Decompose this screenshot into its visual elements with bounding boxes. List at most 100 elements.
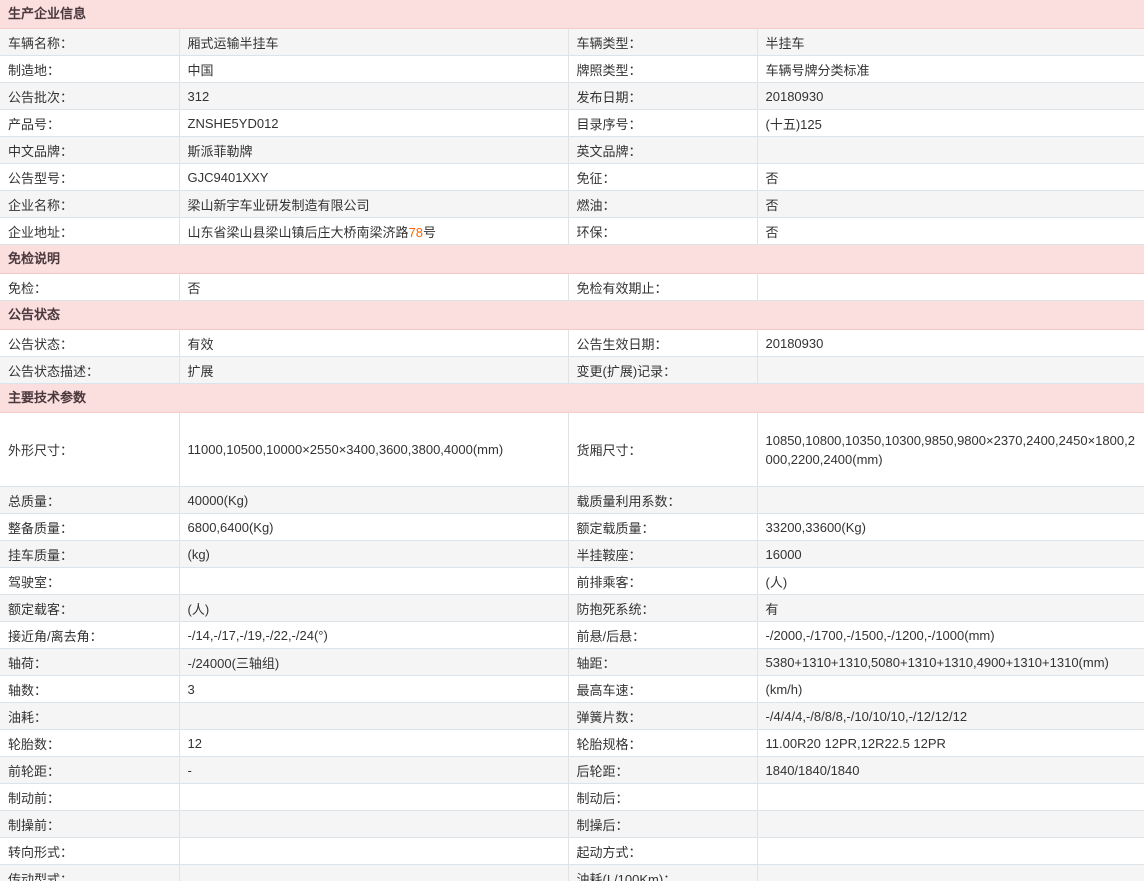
field-value xyxy=(757,865,1144,881)
table-row: 公告型号：GJC9401XXY免征：否 xyxy=(0,164,1144,191)
table-row: 产品号：ZNSHE5YD012目录序号：(十五)125 xyxy=(0,110,1144,137)
table-row: 公告批次：312发布日期：20180930 xyxy=(0,83,1144,110)
table-row: 轴数：3最高车速：(km/h) xyxy=(0,676,1144,703)
field-value xyxy=(757,357,1144,384)
field-label: 免检： xyxy=(0,274,179,301)
field-label: 油耗(L/100Km)： xyxy=(568,865,757,881)
text-segment: 号 xyxy=(423,225,436,240)
section-table-production-enterprise-info: 车辆名称：厢式运输半挂车车辆类型：半挂车制造地：中国牌照类型：车辆号牌分类标准公… xyxy=(0,29,1144,245)
field-value: 312 xyxy=(179,83,568,110)
field-value: (km/h) xyxy=(757,676,1144,703)
field-value xyxy=(757,487,1144,514)
field-label: 最高车速： xyxy=(568,676,757,703)
field-value xyxy=(757,838,1144,865)
field-label: 前排乘客： xyxy=(568,568,757,595)
field-value: 否 xyxy=(757,191,1144,218)
table-row: 企业地址：山东省梁山县梁山镇后庄大桥南梁济路78号环保：否 xyxy=(0,218,1144,245)
table-row: 挂车质量：(kg)半挂鞍座：16000 xyxy=(0,541,1144,568)
field-label: 整备质量： xyxy=(0,514,179,541)
field-value xyxy=(179,811,568,838)
field-value xyxy=(757,137,1144,164)
field-label: 前轮距： xyxy=(0,757,179,784)
field-label: 制动后： xyxy=(568,784,757,811)
field-label: 转向形式： xyxy=(0,838,179,865)
field-value: 3 xyxy=(179,676,568,703)
table-row: 总质量：40000(Kg)载质量利用系数： xyxy=(0,487,1144,514)
field-label: 总质量： xyxy=(0,487,179,514)
field-label: 公告型号： xyxy=(0,164,179,191)
field-label: 产品号： xyxy=(0,110,179,137)
field-value: 否 xyxy=(179,274,568,301)
field-label: 制操后： xyxy=(568,811,757,838)
field-value: 半挂车 xyxy=(757,29,1144,56)
field-label: 轮胎数： xyxy=(0,730,179,757)
field-label: 额定载质量： xyxy=(568,514,757,541)
table-row: 油耗：弹簧片数：-/4/4/4,-/8/8/8,-/10/10/10,-/12/… xyxy=(0,703,1144,730)
field-value: -/4/4/4,-/8/8/8,-/10/10/10,-/12/12/12 xyxy=(757,703,1144,730)
field-label: 后轮距： xyxy=(568,757,757,784)
section-header-announcement-status: 公告状态 xyxy=(0,301,1144,330)
field-label: 牌照类型： xyxy=(568,56,757,83)
field-label: 中文品牌： xyxy=(0,137,179,164)
table-row: 免检：否免检有效期止： xyxy=(0,274,1144,301)
field-value: 否 xyxy=(757,164,1144,191)
field-label: 驾驶室： xyxy=(0,568,179,595)
field-value: 12 xyxy=(179,730,568,757)
field-value xyxy=(757,274,1144,301)
table-row: 制动前：制动后： xyxy=(0,784,1144,811)
field-label: 载质量利用系数： xyxy=(568,487,757,514)
field-label: 免征： xyxy=(568,164,757,191)
field-label: 轮胎规格： xyxy=(568,730,757,757)
field-value xyxy=(757,811,1144,838)
field-label: 额定载客： xyxy=(0,595,179,622)
section-table-exemption-inspection: 免检：否免检有效期止： xyxy=(0,274,1144,301)
field-label: 英文品牌： xyxy=(568,137,757,164)
field-value: 11000,10500,10000×2550×3400,3600,3800,40… xyxy=(179,413,568,487)
field-value: ZNSHE5YD012 xyxy=(179,110,568,137)
table-row: 制操前： 制操后： xyxy=(0,811,1144,838)
field-value: (人) xyxy=(757,568,1144,595)
section-table-announcement-status: 公告状态：有效公告生效日期：20180930公告状态描述：扩展变更(扩展)记录： xyxy=(0,330,1144,384)
field-label: 制造地： xyxy=(0,56,179,83)
section-table-main-technical-params: 外形尺寸：11000,10500,10000×2550×3400,3600,38… xyxy=(0,413,1144,881)
field-value xyxy=(179,838,568,865)
field-label: 企业名称： xyxy=(0,191,179,218)
field-label: 环保： xyxy=(568,218,757,245)
field-value xyxy=(179,703,568,730)
field-value: 10850,10800,10350,10300,9850,9800×2370,2… xyxy=(757,413,1144,487)
field-value xyxy=(179,865,568,881)
field-label: 货厢尺寸： xyxy=(568,413,757,487)
field-value: 20180930 xyxy=(757,330,1144,357)
field-label: 挂车质量： xyxy=(0,541,179,568)
field-value: 6800,6400(Kg) xyxy=(179,514,568,541)
table-row: 轴荷：-/24000(三轴组)轴距：5380+1310+1310,5080+13… xyxy=(0,649,1144,676)
field-value: 11.00R20 12PR,12R22.5 12PR xyxy=(757,730,1144,757)
field-value: -/2000,-/1700,-/1500,-/1200,-/1000(mm) xyxy=(757,622,1144,649)
field-label: 油耗： xyxy=(0,703,179,730)
vehicle-info-page: 生产企业信息车辆名称：厢式运输半挂车车辆类型：半挂车制造地：中国牌照类型：车辆号… xyxy=(0,0,1144,881)
field-value: 16000 xyxy=(757,541,1144,568)
field-value: GJC9401XXY xyxy=(179,164,568,191)
field-label: 企业地址： xyxy=(0,218,179,245)
field-label: 制操前： xyxy=(0,811,179,838)
field-value: 5380+1310+1310,5080+1310+1310,4900+1310+… xyxy=(757,649,1144,676)
field-label: 轴数： xyxy=(0,676,179,703)
field-label: 防抱死系统： xyxy=(568,595,757,622)
table-row: 整备质量：6800,6400(Kg)额定载质量：33200,33600(Kg) xyxy=(0,514,1144,541)
field-value: 中国 xyxy=(179,56,568,83)
field-label: 公告批次： xyxy=(0,83,179,110)
field-value: (人) xyxy=(179,595,568,622)
field-label: 公告状态： xyxy=(0,330,179,357)
field-value: 扩展 xyxy=(179,357,568,384)
table-row: 轮胎数：12轮胎规格：11.00R20 12PR,12R22.5 12PR xyxy=(0,730,1144,757)
field-label: 公告生效日期： xyxy=(568,330,757,357)
field-value: 斯派菲勒牌 xyxy=(179,137,568,164)
field-value: 33200,33600(Kg) xyxy=(757,514,1144,541)
table-row: 公告状态：有效公告生效日期：20180930 xyxy=(0,330,1144,357)
table-row: 额定载客：(人)防抱死系统：有 xyxy=(0,595,1144,622)
field-label: 轴荷： xyxy=(0,649,179,676)
field-value: 厢式运输半挂车 xyxy=(179,29,568,56)
field-label: 轴距： xyxy=(568,649,757,676)
field-label: 起动方式： xyxy=(568,838,757,865)
field-label: 发布日期： xyxy=(568,83,757,110)
